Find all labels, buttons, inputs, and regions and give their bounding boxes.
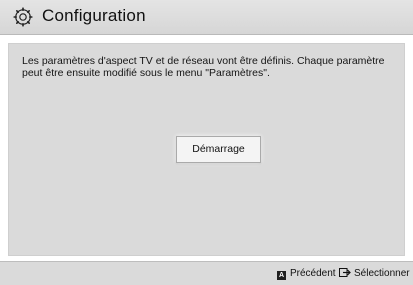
gear-icon [13,7,33,27]
select-label: Sélectionner [354,268,410,279]
header-bar: Configuration [0,0,413,35]
enter-icon [339,268,351,277]
footer-bar: A Précédent Sélectionner [0,261,413,285]
back-hint[interactable]: A Précédent [277,268,336,280]
page-title: Configuration [42,6,146,25]
setup-message: Les paramètres d'aspect TV et de réseau … [22,55,385,79]
select-hint[interactable]: Sélectionner [339,268,410,279]
back-label: Précédent [290,268,336,279]
start-button[interactable]: Démarrage [176,136,261,163]
configuration-screen: Configuration Les paramètres d'aspect TV… [0,0,413,285]
a-key-icon: A [277,271,286,280]
